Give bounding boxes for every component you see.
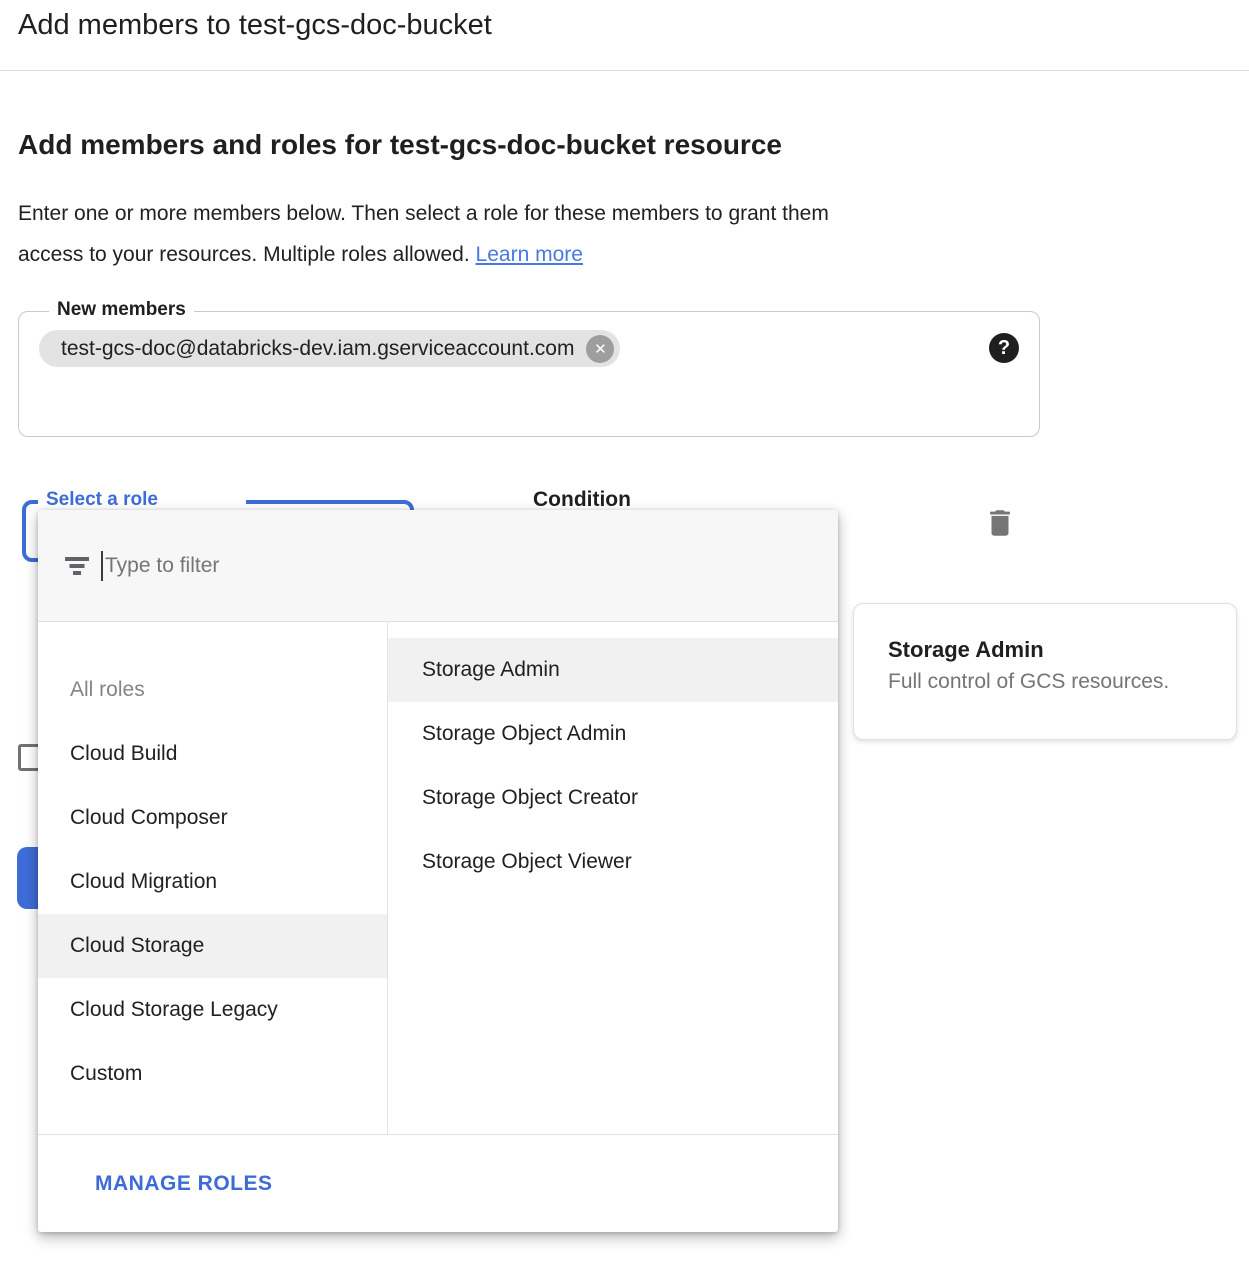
category-item-cloud-build[interactable]: Cloud Build (38, 722, 387, 786)
filter-list-icon (65, 557, 89, 575)
new-members-label: New members (49, 299, 194, 321)
new-members-field[interactable]: New members test-gcs-doc@databricks-dev.… (18, 311, 1040, 437)
dropdown-footer: MANAGE ROLES (38, 1134, 838, 1232)
condition-column-header: Condition (533, 488, 631, 512)
role-dropdown-panel: All roles Cloud Build Cloud Composer Clo… (38, 510, 838, 1232)
page-title: Add members to test-gcs-doc-bucket (18, 9, 492, 42)
category-item-custom[interactable]: Custom (38, 1042, 387, 1106)
role-filter-input[interactable] (105, 554, 705, 578)
header-divider (0, 70, 1249, 71)
member-chip[interactable]: test-gcs-doc@databricks-dev.iam.gservice… (39, 330, 620, 367)
role-description-tooltip: Storage Admin Full control of GCS resour… (853, 603, 1237, 740)
role-item-storage-admin[interactable]: Storage Admin (388, 638, 838, 702)
text-cursor (101, 551, 103, 581)
chip-remove-icon[interactable]: ✕ (586, 335, 614, 363)
role-select-label: Select a role (38, 489, 246, 511)
role-item-storage-object-viewer[interactable]: Storage Object Viewer (388, 830, 838, 894)
description-line1: Enter one or more members below. Then se… (18, 202, 829, 225)
category-item-cloud-storage-legacy[interactable]: Cloud Storage Legacy (38, 978, 387, 1042)
tooltip-description: Full control of GCS resources. (888, 670, 1216, 694)
category-item-cloud-composer[interactable]: Cloud Composer (38, 786, 387, 850)
role-lists: All roles Cloud Build Cloud Composer Clo… (38, 622, 838, 1134)
section-description: Enter one or more members below. Then se… (18, 193, 1038, 275)
help-icon[interactable]: ? (989, 333, 1019, 363)
role-options-column: Storage Admin Storage Object Admin Stora… (388, 622, 838, 1134)
add-members-dialog: Add members to test-gcs-doc-bucket Add m… (0, 0, 1249, 1272)
role-category-column: All roles Cloud Build Cloud Composer Clo… (38, 622, 388, 1134)
learn-more-link[interactable]: Learn more (476, 243, 583, 266)
category-item-cloud-storage[interactable]: Cloud Storage (38, 914, 387, 978)
role-item-storage-object-creator[interactable]: Storage Object Creator (388, 766, 838, 830)
trash-icon (983, 505, 1017, 541)
section-heading: Add members and roles for test-gcs-doc-b… (18, 129, 782, 161)
member-chip-value: test-gcs-doc@databricks-dev.iam.gservice… (61, 337, 574, 361)
category-item-all-roles[interactable]: All roles (38, 658, 387, 722)
manage-roles-button[interactable]: MANAGE ROLES (95, 1172, 273, 1196)
role-filter-row (38, 510, 838, 622)
delete-row-button[interactable] (983, 505, 1017, 541)
description-line2: access to your resources. Multiple roles… (18, 243, 470, 266)
category-item-cloud-migration[interactable]: Cloud Migration (38, 850, 387, 914)
role-item-storage-object-admin[interactable]: Storage Object Admin (388, 702, 838, 766)
tooltip-title: Storage Admin (888, 637, 1216, 663)
